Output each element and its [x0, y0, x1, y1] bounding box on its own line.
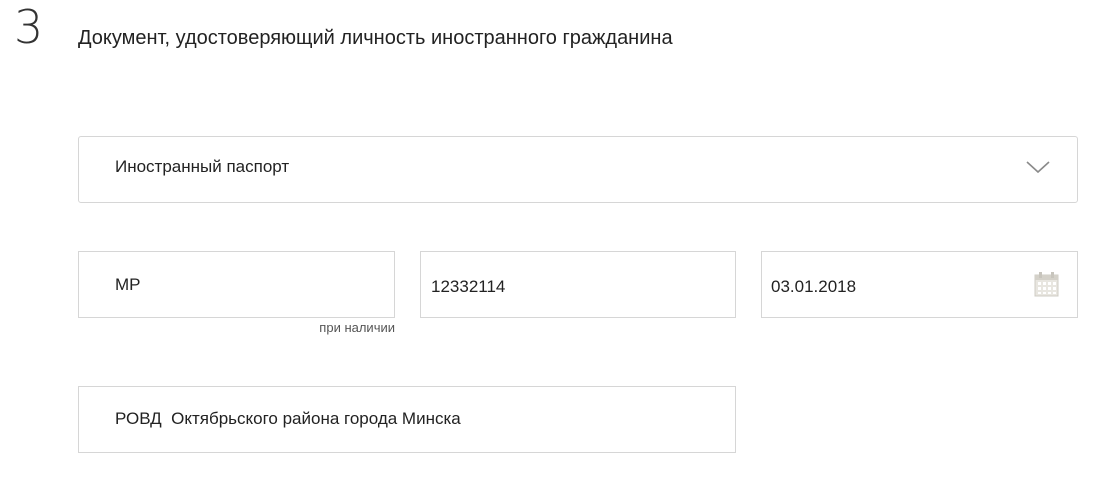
document-type-select[interactable]: Иностранный паспорт: [78, 136, 1078, 203]
number-field[interactable]: 12332114: [420, 251, 736, 318]
number-value: 12332114: [431, 277, 506, 296]
issued-by-value: РОВД Октябрьского района города Минска: [115, 409, 461, 428]
calendar-icon[interactable]: [1033, 271, 1060, 298]
series-field[interactable]: MP: [78, 251, 395, 318]
section-title: Документ, удостоверяющий личность иностр…: [78, 27, 673, 49]
issued-by-field[interactable]: РОВД Октябрьского района города Минска: [78, 386, 736, 453]
issue-date-value: 03.01.2018: [771, 277, 857, 296]
document-type-value: Иностранный паспорт: [115, 157, 290, 176]
series-value: MP: [115, 275, 141, 294]
issue-date-field[interactable]: 03.01.2018: [761, 251, 1078, 318]
step-number: 3: [14, 0, 44, 54]
chevron-down-icon[interactable]: [1025, 159, 1051, 175]
series-hint: при наличии: [319, 320, 395, 335]
